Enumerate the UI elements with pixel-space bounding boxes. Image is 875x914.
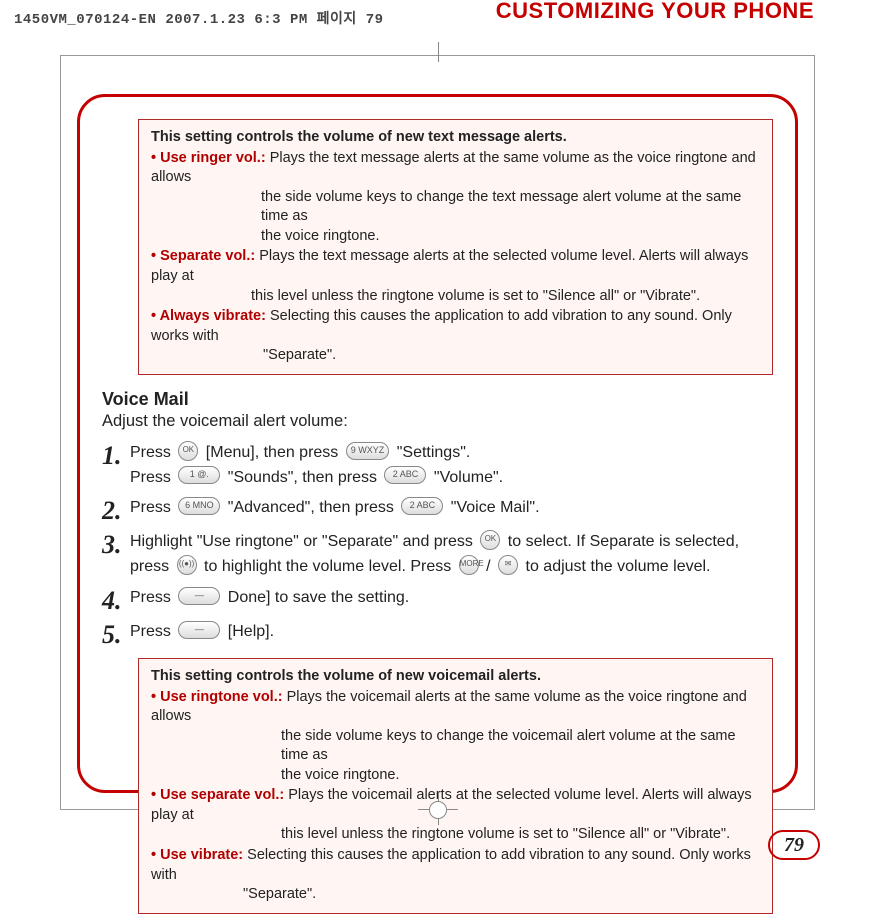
vibrate-icon: ((●)) [177, 555, 197, 575]
step-body: Press 6 MNO "Advanced", then press 2 ABC… [130, 496, 773, 521]
step-text: / [482, 558, 495, 575]
step-text: Press [130, 499, 175, 516]
info-cont: "Separate". [151, 885, 760, 905]
info-cont: this level unless the ringtone volume is… [151, 287, 760, 307]
section-heading: Voice Mail [102, 389, 773, 410]
step-body: Press — Done] to save the setting. [130, 586, 773, 611]
info-box-voicemail-alerts: This setting controls the volume of new … [138, 658, 773, 914]
info-cont: this level unless the ringtone volume is… [151, 825, 760, 845]
section-lead: Adjust the voicemail alert volume: [102, 412, 773, 431]
step-1: 1. Press OK [Menu], then press 9 WXYZ "S… [102, 441, 773, 491]
trim-box: CUSTOMIZING YOUR PHONE This setting cont… [60, 55, 815, 810]
info-label: • Use separate vol.: [151, 787, 284, 803]
step-text: Done] to save the setting. [223, 589, 409, 606]
step-3: 3. Highlight "Use ringtone" or "Separate… [102, 530, 773, 580]
key-2-icon: 2 ABC [401, 497, 443, 515]
ok-key-icon: OK [480, 530, 500, 550]
info-box-text-alerts: This setting controls the volume of new … [138, 119, 773, 375]
step-body: Highlight "Use ringtone" or "Separate" a… [130, 530, 773, 580]
step-text: "Advanced", then press [223, 499, 398, 516]
step-text: [Menu], then press [201, 444, 342, 461]
info-label: • Separate vol.: [151, 248, 255, 264]
info-cont: "Separate". [151, 346, 760, 366]
step-text: Highlight "Use ringtone" or "Separate" a… [130, 533, 477, 550]
info-label: • Always vibrate: [151, 308, 266, 324]
info-cont: the voice ringtone. [151, 227, 760, 247]
step-text: Press [130, 623, 175, 640]
page-footer: 79 [768, 834, 820, 857]
info-item: • Always vibrate: Selecting this causes … [151, 307, 760, 346]
info-label: • Use ringer vol.: [151, 150, 266, 166]
print-mark: 1450VM_070124-EN 2007.1.23 6:3 PM 페이지 79 [14, 8, 384, 28]
info-item: • Use ringer vol.: Plays the text messag… [151, 149, 760, 188]
step-text: Press [130, 589, 175, 606]
info-item: • Separate vol.: Plays the text message … [151, 247, 760, 286]
softkey-icon: — [178, 587, 220, 605]
step-number: 3. [102, 532, 130, 558]
info-cont: the side volume keys to change the text … [151, 188, 760, 227]
info-cont: the side volume keys to change the voice… [151, 727, 760, 766]
info-cont: the voice ringtone. [151, 766, 760, 786]
step-body: Press — [Help]. [130, 620, 773, 645]
key-9-icon: 9 WXYZ [346, 442, 390, 460]
step-text: to select. If Separate is selected, [503, 533, 739, 550]
step-body: Press OK [Menu], then press 9 WXYZ "Sett… [130, 441, 773, 491]
info-title: This setting controls the volume of new … [151, 128, 760, 148]
key-6-icon: 6 MNO [178, 497, 220, 515]
step-number: 2. [102, 498, 130, 524]
step-text: [Help]. [223, 623, 274, 640]
more-key-icon: MORE [459, 555, 479, 575]
info-item: • Use vibrate: Selecting this causes the… [151, 846, 760, 885]
top-tick [438, 42, 439, 62]
step-text: "Voice Mail". [446, 499, 539, 516]
step-text: to adjust the volume level. [521, 558, 710, 575]
step-2: 2. Press 6 MNO "Advanced", then press 2 … [102, 496, 773, 524]
softkey-icon: — [178, 621, 220, 639]
ok-key-icon: OK [178, 441, 198, 461]
step-4: 4. Press — Done] to save the setting. [102, 586, 773, 614]
step-number: 5. [102, 622, 130, 648]
step-text: "Volume". [429, 469, 503, 486]
registration-marks [61, 803, 814, 815]
info-label: • Use ringtone vol.: [151, 689, 283, 705]
manual-page: 1450VM_070124-EN 2007.1.23 6:3 PM 페이지 79… [0, 0, 875, 875]
page-number: 79 [768, 830, 820, 860]
info-item: • Use ringtone vol.: Plays the voicemail… [151, 688, 760, 727]
step-text: press [130, 558, 174, 575]
step-text: "Sounds", then press [223, 469, 381, 486]
key-2-icon: 2 ABC [384, 466, 426, 484]
step-number: 4. [102, 588, 130, 614]
step-5: 5. Press — [Help]. [102, 620, 773, 648]
step-text: Press [130, 469, 175, 486]
info-title: This setting controls the volume of new … [151, 667, 760, 687]
step-number: 1. [102, 443, 130, 469]
key-1-icon: 1 @. [178, 466, 220, 484]
step-text: Press [130, 444, 175, 461]
mail-key-icon: ✉ [498, 555, 518, 575]
step-text: to highlight the volume level. Press [200, 558, 456, 575]
page-title: CUSTOMIZING YOUR PHONE [496, 0, 814, 24]
content-frame: This setting controls the volume of new … [77, 94, 798, 793]
info-label: • Use vibrate: [151, 847, 243, 863]
step-text: "Settings". [392, 444, 470, 461]
